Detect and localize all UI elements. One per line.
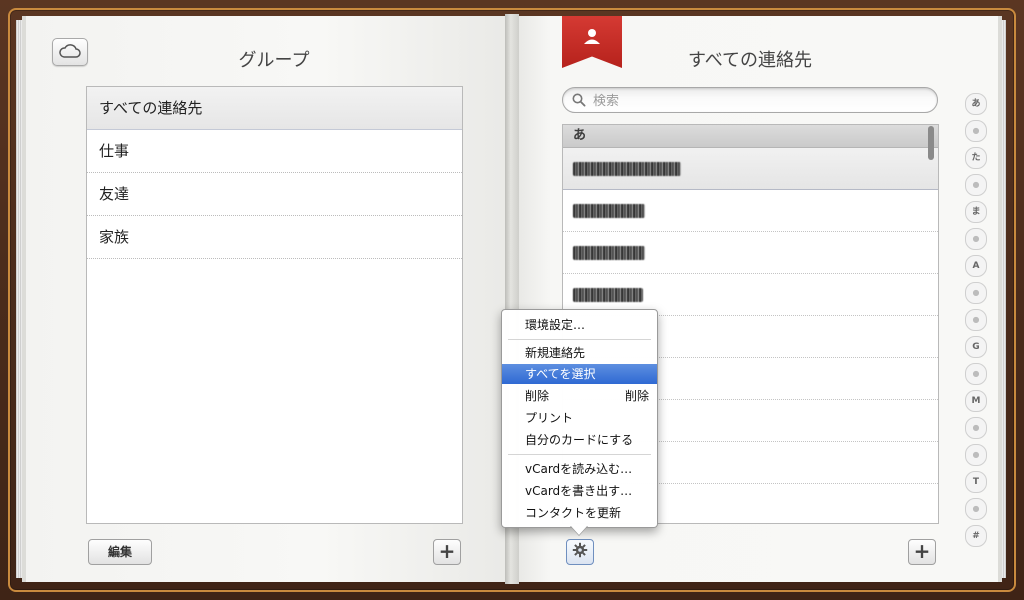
- contacts-scrollbar[interactable]: [928, 126, 934, 160]
- menu-item-select-all[interactable]: すべてを選択: [502, 364, 657, 384]
- index-item[interactable]: ●: [965, 282, 987, 304]
- index-item[interactable]: T: [965, 471, 987, 493]
- index-item[interactable]: #: [965, 525, 987, 547]
- menu-pointer: [570, 525, 588, 535]
- search-field[interactable]: [562, 87, 938, 113]
- index-item[interactable]: ●: [965, 417, 987, 439]
- menu-item-delete-label: 削除: [525, 389, 550, 403]
- settings-button[interactable]: [566, 539, 594, 565]
- index-item[interactable]: た: [965, 147, 987, 169]
- edit-button[interactable]: 編集: [88, 539, 152, 565]
- section-header: あ: [563, 125, 938, 148]
- menu-item-export-vcard[interactable]: vCardを書き出す…: [502, 481, 657, 501]
- groups-list: すべての連絡先 仕事 友達 家族: [86, 86, 463, 524]
- index-item[interactable]: ●: [965, 309, 987, 331]
- cloud-icon: [59, 43, 81, 62]
- icloud-button[interactable]: [52, 38, 88, 66]
- group-item-work[interactable]: 仕事: [87, 130, 462, 173]
- search-input[interactable]: [591, 90, 925, 112]
- index-item[interactable]: ●: [965, 120, 987, 142]
- contact-row[interactable]: [563, 232, 938, 274]
- index-item[interactable]: ●: [965, 363, 987, 385]
- index-item[interactable]: G: [965, 336, 987, 358]
- menu-item-new-contact[interactable]: 新規連絡先: [502, 343, 657, 363]
- group-item-friends[interactable]: 友達: [87, 173, 462, 216]
- menu-item-refresh-contacts[interactable]: コンタクトを更新: [502, 503, 657, 523]
- contacts-title: すべての連絡先: [687, 50, 813, 71]
- person-icon: [581, 16, 603, 50]
- menu-item-import-vcard[interactable]: vCardを読み込む…: [502, 459, 657, 479]
- group-item-family[interactable]: 家族: [87, 216, 462, 259]
- index-item[interactable]: ●: [965, 228, 987, 250]
- gear-icon: [572, 542, 588, 562]
- index-item[interactable]: ●: [965, 498, 987, 520]
- index-item[interactable]: ま: [965, 201, 987, 223]
- redacted-name: [573, 204, 645, 218]
- menu-item-make-my-card[interactable]: 自分のカードにする: [502, 430, 657, 450]
- group-item-all-contacts[interactable]: すべての連絡先: [87, 87, 462, 130]
- settings-menu: 環境設定… 新規連絡先 すべてを選択 削除 削除 プリント 自分のカードにする …: [501, 309, 658, 528]
- index-item[interactable]: あ: [965, 93, 987, 115]
- alphabet-index: あ ● た ● ま ● A ● ● G ● M ● ● T ● #: [965, 93, 987, 552]
- menu-shortcut-delete: 削除: [624, 389, 649, 403]
- index-item[interactable]: ●: [965, 444, 987, 466]
- redacted-name: [573, 246, 645, 260]
- index-item[interactable]: M: [965, 390, 987, 412]
- redacted-name: [573, 162, 681, 176]
- menu-separator: [508, 454, 651, 455]
- index-item[interactable]: ●: [965, 174, 987, 196]
- menu-separator: [508, 339, 651, 340]
- add-contact-button[interactable]: +: [908, 539, 936, 565]
- menu-item-delete[interactable]: 削除 削除: [502, 386, 657, 406]
- menu-item-preferences[interactable]: 環境設定…: [502, 315, 657, 335]
- redacted-name: [573, 288, 643, 302]
- contact-row[interactable]: [563, 190, 938, 232]
- groups-title: グループ: [238, 50, 310, 71]
- add-group-button[interactable]: +: [433, 539, 461, 565]
- index-item[interactable]: A: [965, 255, 987, 277]
- contact-row[interactable]: [563, 148, 938, 190]
- menu-item-print[interactable]: プリント: [502, 408, 657, 428]
